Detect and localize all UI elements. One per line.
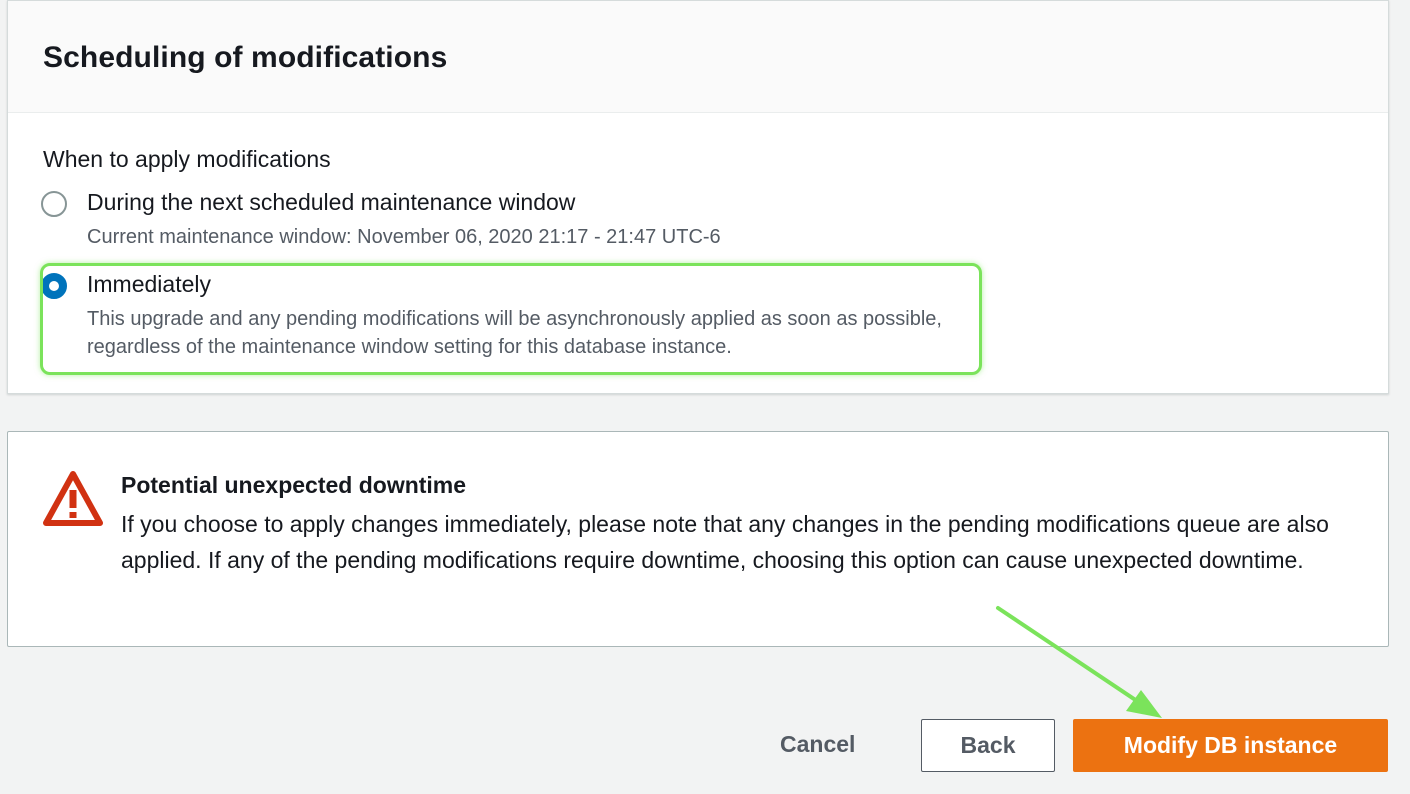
- radio-label: During the next scheduled maintenance wi…: [87, 189, 576, 215]
- radio-label: Immediately: [87, 271, 211, 297]
- back-button[interactable]: Back: [921, 719, 1055, 772]
- panel-header: Scheduling of modifications: [8, 1, 1388, 113]
- field-label: When to apply modifications: [43, 146, 331, 172]
- radio-button-selected[interactable]: [41, 273, 67, 299]
- cancel-button[interactable]: Cancel: [780, 731, 855, 758]
- panel-title: Scheduling of modifications: [43, 41, 448, 74]
- scheduling-panel: Scheduling of modifications When to appl…: [7, 0, 1389, 394]
- radio-button[interactable]: [41, 191, 67, 217]
- warning-icon: [43, 471, 103, 526]
- radio-description: Current maintenance window: November 06,…: [87, 226, 721, 248]
- radio-description: This upgrade and any pending modificatio…: [87, 308, 942, 358]
- modify-db-instance-button[interactable]: Modify DB instance: [1073, 719, 1388, 772]
- alert-title: Potential unexpected downtime: [121, 472, 467, 498]
- alert-body: If you choose to apply changes immediate…: [121, 511, 1329, 573]
- warning-alert: Potential unexpected downtime If you cho…: [7, 431, 1389, 647]
